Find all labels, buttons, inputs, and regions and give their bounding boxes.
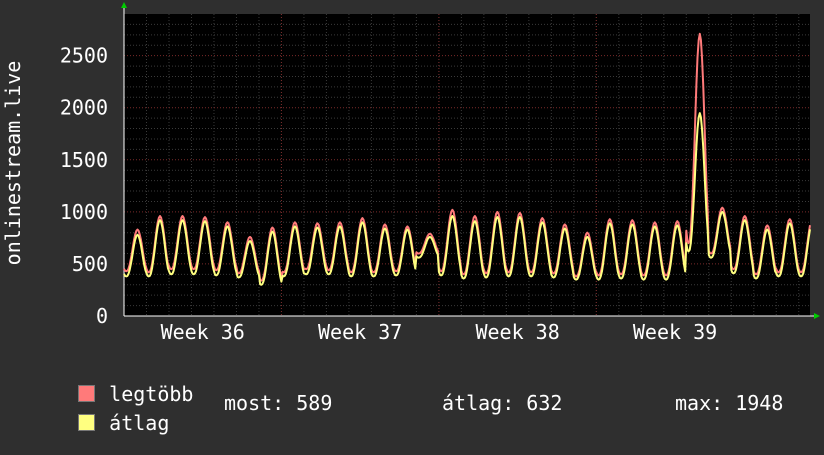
y-tick-label: 1000 — [60, 200, 108, 224]
y-tick-label: 1500 — [60, 148, 108, 172]
x-axis-arrow — [814, 313, 820, 319]
x-tick-label: Week 38 — [475, 320, 559, 344]
chart-stage: 0 500 1000 1500 2000 2500 Week 36 Week 37 Week 3… — [0, 0, 824, 433]
stat-now: most: 589 — [224, 391, 333, 415]
y-axis-title: onlinestream.live — [1, 61, 25, 266]
y-tick-label: 2500 — [60, 44, 108, 68]
y-tick-label: 0 — [96, 304, 108, 328]
y-tick-label: 2000 — [60, 96, 108, 120]
legend-swatch-avg — [78, 414, 96, 431]
stat-max: max: 1948 — [675, 391, 784, 415]
y-tick-label: 500 — [72, 252, 108, 276]
y-axis-arrow — [121, 2, 127, 8]
x-tick-label: Week 36 — [161, 320, 245, 344]
x-tick-label: Week 37 — [318, 320, 402, 344]
stat-avg: átlag: 632 — [442, 391, 563, 415]
legend-item-avg: átlag — [30, 393, 169, 453]
legend-label-avg: átlag — [109, 411, 170, 435]
x-tick-label: Week 39 — [633, 320, 717, 344]
